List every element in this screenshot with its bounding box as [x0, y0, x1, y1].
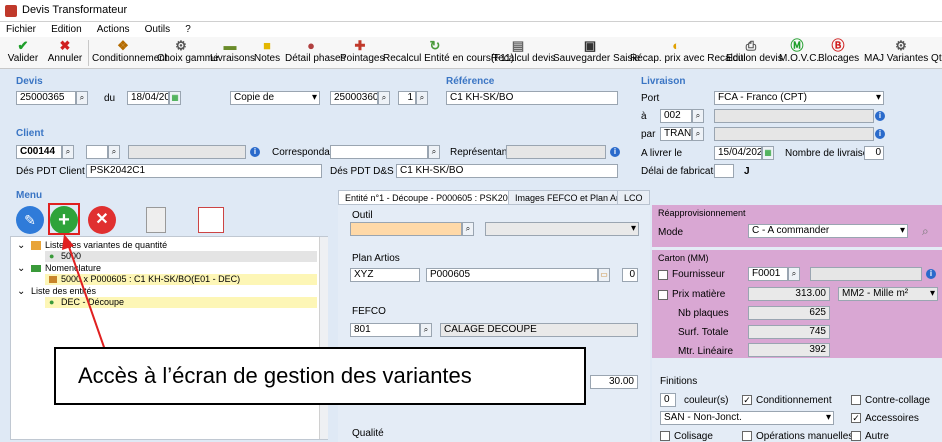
callout-box: Accès à l’écran de gestion des variantes [54, 347, 586, 405]
